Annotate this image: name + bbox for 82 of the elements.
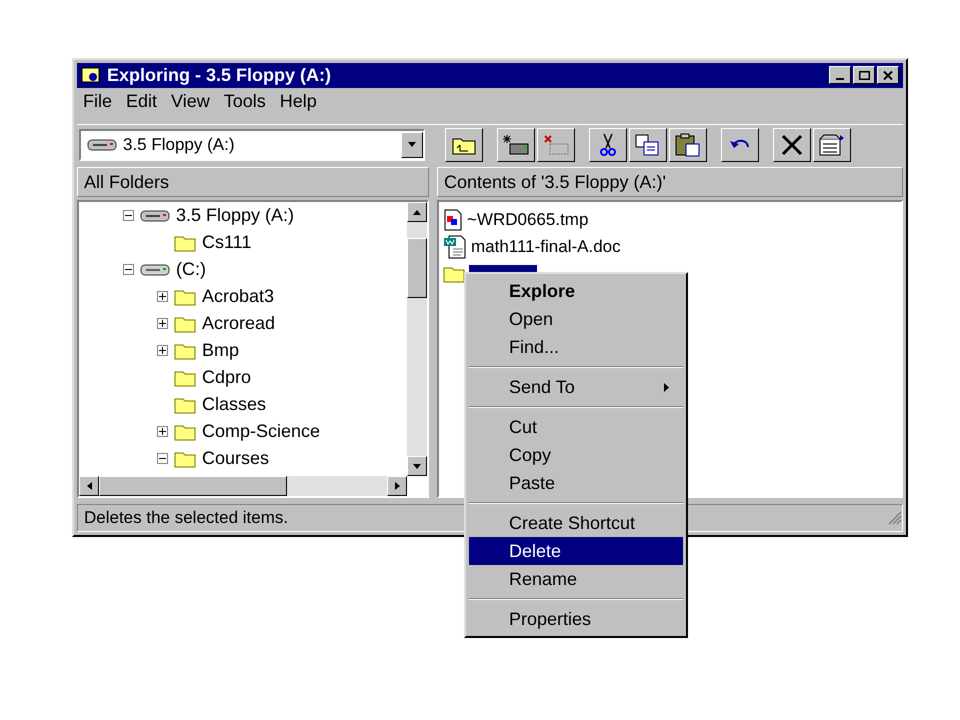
scroll-thumb[interactable] (407, 238, 427, 298)
maximize-button[interactable] (853, 66, 875, 84)
pane-header: Contents of '3.5 Floppy (A:)' (437, 167, 903, 198)
toolbar-button[interactable] (813, 128, 851, 162)
plus-icon (159, 428, 166, 436)
address-dropdown[interactable]: 3.5 Floppy (A:) (79, 128, 425, 161)
expand-toggle[interactable] (157, 318, 168, 330)
toolbar-button[interactable] (589, 128, 627, 162)
tree-item[interactable]: Cdpro (202, 367, 252, 388)
menu-item[interactable]: Copy (469, 441, 683, 469)
collapse-toggle[interactable] (123, 210, 134, 222)
explorer-icon (81, 66, 101, 84)
minimize-button[interactable] (829, 66, 851, 84)
tree-item[interactable]: Cs111 (202, 232, 252, 254)
properties-icon (818, 132, 846, 157)
file-name[interactable]: math111-final-A.doc (471, 236, 621, 257)
delete-icon (780, 132, 804, 157)
tree-item[interactable]: Courses (202, 448, 270, 470)
file-icon (443, 208, 463, 231)
toolbar-button[interactable] (721, 128, 759, 162)
window-title: Exploring - 3.5 Floppy (A:) (107, 64, 332, 86)
menu-item[interactable]: File (83, 91, 112, 112)
drive-icon (140, 208, 170, 223)
toolbar-button[interactable] (445, 128, 483, 162)
expand-toggle[interactable] (157, 345, 168, 356)
status-text: Deletes the selected items. (84, 508, 288, 528)
menu-item[interactable]: Delete (469, 537, 683, 565)
toolbar-button[interactable] (773, 128, 811, 162)
submenu-arrow-icon (664, 382, 669, 392)
disconnect-drive-icon (542, 134, 570, 156)
menu-item[interactable]: View (171, 91, 210, 112)
scroll-right-icon (394, 482, 400, 490)
dropdown-arrow-icon (408, 142, 416, 148)
toolbar-button[interactable] (537, 128, 575, 162)
tree-item[interactable]: Acroread (202, 313, 276, 334)
tree-item[interactable]: Classes (202, 394, 266, 416)
scroll-left-icon (86, 482, 92, 490)
menu-item[interactable]: Create Shortcut (469, 509, 683, 537)
menu-item[interactable]: Tools (224, 91, 266, 112)
menu-item[interactable]: Properties (469, 605, 683, 633)
tree-item[interactable]: Comp-Science (202, 421, 320, 442)
tree-item[interactable]: 3.5 Floppy (A:) (176, 205, 294, 226)
tree-item[interactable]: Acrobat3 (202, 286, 274, 308)
network-drive-icon (502, 134, 530, 156)
drive-icon (140, 262, 170, 277)
document-icon (443, 234, 467, 259)
menu-item[interactable]: Send To (469, 373, 683, 401)
tree-item[interactable]: (C:) (176, 259, 206, 280)
menu-item[interactable]: Explore (469, 277, 683, 305)
copy-icon (635, 134, 661, 156)
menu-item[interactable]: Help (280, 91, 317, 112)
toolbar-button[interactable] (669, 128, 707, 162)
scroll-up-icon (413, 210, 421, 215)
close-button[interactable] (877, 66, 899, 84)
drive-icon (87, 138, 117, 152)
expand-toggle[interactable] (157, 291, 168, 302)
menu-item[interactable]: Cut (469, 413, 683, 441)
minimize-icon (836, 78, 844, 80)
menu-item[interactable]: Paste (469, 469, 683, 497)
close-icon (883, 70, 893, 80)
menu-item[interactable]: Edit (126, 91, 158, 112)
file-name[interactable]: ~WRD0665.tmp (467, 210, 588, 230)
menu-item[interactable]: Rename (469, 565, 683, 593)
menu-item[interactable]: Open (469, 305, 683, 333)
menu-item[interactable]: Find... (469, 333, 683, 361)
pane-header: All Folders (77, 167, 429, 198)
maximize-icon (858, 70, 870, 80)
horizontal-scrollbar[interactable] (79, 476, 407, 496)
toolbar-button[interactable] (497, 128, 535, 162)
scroll-thumb[interactable] (99, 476, 287, 496)
scroll-down-icon (413, 464, 421, 469)
scissors-icon (600, 132, 616, 157)
plus-icon (159, 320, 166, 328)
collapse-toggle[interactable] (157, 453, 168, 464)
plus-icon (159, 293, 166, 300)
plus-icon (159, 347, 166, 354)
collapse-toggle[interactable] (123, 264, 134, 276)
toolbar-button[interactable] (629, 128, 667, 162)
paste-icon (675, 132, 701, 157)
vertical-scrollbar[interactable] (407, 202, 427, 476)
tree-item[interactable]: Bmp (202, 340, 240, 362)
expand-toggle[interactable] (157, 426, 168, 438)
